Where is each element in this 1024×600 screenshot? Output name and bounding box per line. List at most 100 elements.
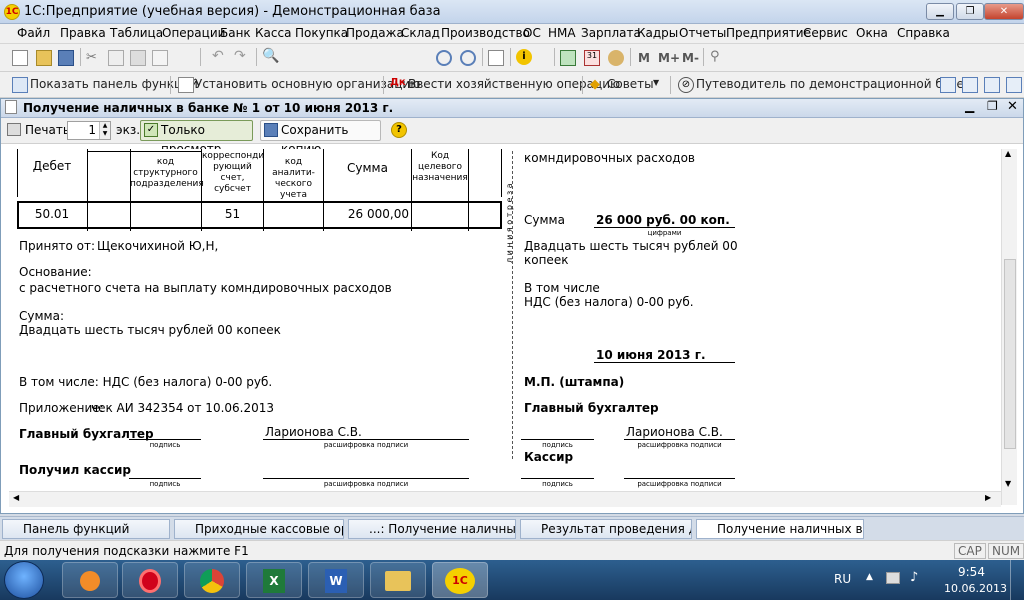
demo-guide-button[interactable]: Путеводитель по демонстрационной базе: [696, 77, 964, 91]
show-desktop-button[interactable]: [1010, 560, 1024, 600]
delete-icon[interactable]: [152, 50, 168, 66]
language-indicator[interactable]: RU: [834, 572, 851, 586]
printed-form-sheet[interactable]: Дебет код структурного подразделения кор…: [9, 149, 1000, 490]
copy-icon[interactable]: [108, 50, 124, 66]
onec-app-icon[interactable]: 1С: [432, 562, 488, 598]
memory-subtract-button[interactable]: M-: [682, 51, 699, 65]
horizontal-scrollbar[interactable]: ◀ ▶: [9, 491, 1001, 507]
scroll-down-icon[interactable]: ▼: [1005, 479, 1011, 488]
tools-icon[interactable]: ⚲: [710, 49, 726, 65]
tab-posting-result[interactable]: Результат проведения д...:02: [520, 519, 692, 539]
journal-icon[interactable]: [984, 77, 1000, 93]
doc-restore-button[interactable]: ❐: [987, 99, 998, 113]
tab-cash-receipt-doc[interactable]: ...: Получение наличных в б...: [348, 519, 516, 539]
save-copy-button[interactable]: Сохранить копию...: [260, 120, 381, 156]
sum-words: Двадцать шесть тысяч рублей 00 копеек: [19, 323, 281, 337]
row-sum: 26 000,00: [347, 207, 409, 221]
chrome-icon[interactable]: [184, 562, 240, 598]
cut-icon[interactable]: ✂: [86, 50, 102, 66]
vertical-scrollbar[interactable]: ▲ ▼: [1001, 149, 1017, 505]
tray-expand-icon[interactable]: ▲: [866, 572, 873, 582]
print-button[interactable]: Печать: [25, 123, 70, 137]
menu-salary[interactable]: Зарплата: [581, 26, 641, 40]
memory-button[interactable]: M: [638, 51, 650, 65]
show-function-panel-button[interactable]: Показать панель функций: [30, 77, 198, 91]
report-icon[interactable]: [962, 77, 978, 93]
menu-table[interactable]: Таблица: [110, 26, 163, 40]
menu-bank[interactable]: Банк: [220, 26, 251, 40]
tab-bank-cash-print[interactable]: Получение наличных в банк...: [696, 519, 864, 539]
menu-enterprise[interactable]: Предприятие: [726, 26, 811, 40]
media-player-icon[interactable]: [62, 562, 118, 598]
info-icon[interactable]: i: [516, 49, 532, 65]
windows-list-icon[interactable]: [488, 50, 504, 66]
open-folder-icon[interactable]: [36, 50, 52, 66]
redo-icon[interactable]: ↷: [234, 48, 250, 64]
close-button[interactable]: ✕: [984, 3, 1024, 20]
windows-start-icon[interactable]: [4, 561, 44, 599]
network-icon[interactable]: [886, 572, 900, 584]
cashier-received-label: Получил кассир: [19, 463, 131, 477]
spin-arrows-icon[interactable]: ▲ ▼: [99, 122, 110, 139]
header-corr-account: корреспонди рующий счет, субсчет: [202, 151, 265, 194]
received-from-label: Принято от:: [19, 239, 96, 253]
calendar-icon[interactable]: 31: [584, 50, 600, 66]
menu-production[interactable]: Производство: [441, 26, 530, 40]
settings-icon[interactable]: [1006, 77, 1022, 93]
scroll-left-icon[interactable]: ◀: [13, 493, 19, 502]
tab-cash-receipts[interactable]: Приходные кассовые ордера: [174, 519, 344, 539]
doc-minimize-button[interactable]: ▁: [965, 99, 974, 113]
explorer-icon[interactable]: [370, 562, 426, 598]
maximize-button[interactable]: ❐: [956, 3, 984, 20]
menu-cash[interactable]: Касса: [255, 26, 291, 40]
tips-dropdown-icon[interactable]: ▼: [653, 78, 659, 87]
scroll-right-icon[interactable]: ▶: [985, 493, 991, 502]
clock-date[interactable]: 10.06.2013: [944, 582, 1007, 595]
set-main-organization-button[interactable]: Установить основную организацию: [195, 77, 420, 91]
opera-icon[interactable]: [122, 562, 178, 598]
excel-icon[interactable]: X: [246, 562, 302, 598]
help-icon[interactable]: ?: [391, 122, 407, 138]
save-icon[interactable]: [58, 50, 74, 66]
scroll-up-icon[interactable]: ▲: [1005, 149, 1011, 158]
enter-operation-button[interactable]: Ввести хозяйственную операцию: [408, 77, 620, 91]
minimize-button[interactable]: ▁: [926, 3, 954, 20]
view-only-toggle[interactable]: ✓ Только просмотр: [140, 120, 253, 156]
menu-purchase[interactable]: Покупка: [295, 26, 348, 40]
menu-edit[interactable]: Правка: [60, 26, 106, 40]
word-icon[interactable]: W: [308, 562, 364, 598]
menu-reports[interactable]: Отчеты: [679, 26, 726, 40]
menu-hr[interactable]: Кадры: [637, 26, 678, 40]
search-icon[interactable]: 🔍: [262, 48, 279, 64]
clock-time[interactable]: 9:54: [958, 565, 985, 579]
tab-function-panel[interactable]: Панель функций: [2, 519, 170, 539]
menu-warehouse[interactable]: Склад: [401, 26, 440, 40]
doc-close-button[interactable]: ✕: [1007, 99, 1018, 114]
volume-icon[interactable]: ♪: [910, 570, 918, 585]
memory-add-button[interactable]: M+: [658, 51, 680, 65]
menu-sales[interactable]: Продажа: [346, 26, 404, 40]
find-prev-icon[interactable]: [460, 50, 476, 66]
scrollbar-thumb[interactable]: [1004, 259, 1016, 449]
menu-help[interactable]: Справка: [897, 26, 950, 40]
users-icon[interactable]: [608, 50, 624, 66]
calculator-icon[interactable]: [560, 50, 576, 66]
receipt-chief-name: Ларионова С.В.: [626, 425, 723, 439]
row-corr: 51: [224, 207, 241, 221]
receipt-vat: НДС (без налога) 0-00 руб.: [524, 295, 694, 309]
new-document-icon[interactable]: [12, 50, 28, 66]
undo-icon[interactable]: ↶: [212, 48, 228, 64]
copies-spinner[interactable]: 1 ▲ ▼: [67, 121, 111, 140]
decode-hint: расшифровка подписи: [323, 480, 409, 488]
tips-button[interactable]: Советы: [607, 77, 654, 91]
menu-intangibles[interactable]: НМА: [548, 26, 576, 40]
find-next-icon[interactable]: [436, 50, 452, 66]
menu-file[interactable]: Файл: [17, 26, 50, 40]
panel-toggle-icon[interactable]: [940, 77, 956, 93]
menu-windows[interactable]: Окна: [856, 26, 888, 40]
menu-fixed-assets[interactable]: ОС: [523, 26, 541, 40]
paste-icon[interactable]: [130, 50, 146, 66]
menu-service[interactable]: Сервис: [803, 26, 848, 40]
menu-operations[interactable]: Операции: [162, 26, 225, 40]
tips-icon: ◆: [590, 77, 600, 92]
